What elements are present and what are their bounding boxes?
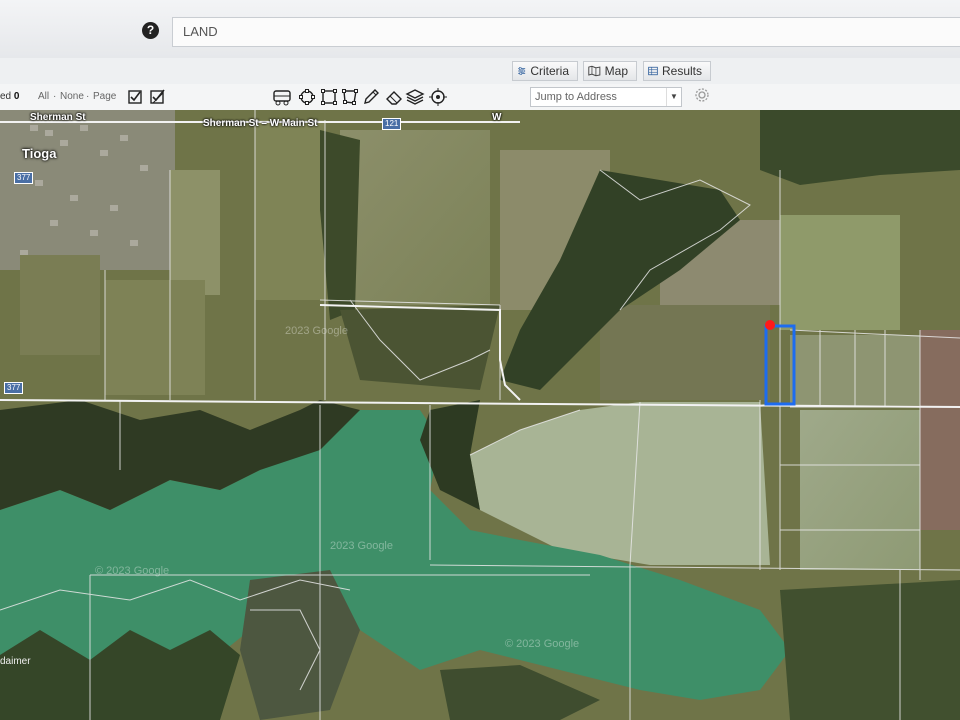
checkbox-check-icon[interactable] [126,87,146,107]
separator-2: · [86,91,90,102]
bus-icon[interactable] [272,87,292,107]
google-watermark-1: 2023 Google [330,540,393,552]
eraser-icon[interactable] [384,87,404,107]
grid-icon [648,66,658,76]
google-watermark-2: © 2023 Google [505,638,580,650]
map-disclaimer[interactable]: daimer [0,656,31,667]
satellite-map[interactable]: Sherman St Sherman St – W Main St W Tiog… [0,110,960,720]
town-label: Tioga [22,146,57,161]
select-none-link[interactable]: None [60,91,84,102]
search-input[interactable]: LAND [172,17,960,47]
map-toolbar: ed 0 All · None · Page Jump to Address ▼ [0,84,960,111]
road-label-w: W [492,112,502,123]
square-draw-icon[interactable] [319,87,339,107]
selected-count: ed 0 [0,91,19,102]
header-bar: ? LAND [0,0,960,59]
google-watermark-4: 2023 Google [285,325,348,337]
map-icon [588,65,601,77]
tab-results[interactable]: Results [643,61,711,81]
tab-map[interactable]: Map [583,61,637,81]
chevron-down-icon: ▼ [666,88,681,106]
checkbox-filtered-icon[interactable] [148,87,168,107]
highway-shield-377-north: 377 [14,172,34,184]
gear-icon[interactable] [694,87,710,103]
select-page-link[interactable]: Page [93,91,116,102]
layers-icon[interactable] [405,87,425,107]
view-tabs: Criteria Map Results [0,58,960,84]
jump-to-address-select[interactable]: Jump to Address ▼ [530,87,682,107]
tab-results-label: Results [661,64,702,78]
select-all-link[interactable]: All [38,91,49,102]
tab-map-label: Map [604,64,628,78]
map-imagery [0,110,960,720]
sliders-icon [518,67,526,75]
pencil-icon[interactable] [361,87,381,107]
google-watermark-3: © 2023 Google [95,565,170,577]
question-circle-icon[interactable]: ? [142,22,159,39]
tab-criteria-label: Criteria [530,64,569,78]
target-icon[interactable] [428,87,448,107]
selected-label: ed [0,91,12,102]
property-marker [765,320,775,330]
separator-1: · [53,91,57,102]
highway-shield-121: 121 [382,118,402,130]
tab-criteria[interactable]: Criteria [512,61,578,81]
polygon-draw-icon[interactable] [340,87,360,107]
circle-draw-icon[interactable] [297,87,317,107]
road-label-sherman-main: Sherman St – W Main St [203,118,318,129]
selected-number: 0 [13,91,20,102]
jump-to-address-text: Jump to Address [535,91,617,103]
highway-shield-377-south: 377 [4,382,24,394]
road-label-sherman: Sherman St [30,112,86,123]
